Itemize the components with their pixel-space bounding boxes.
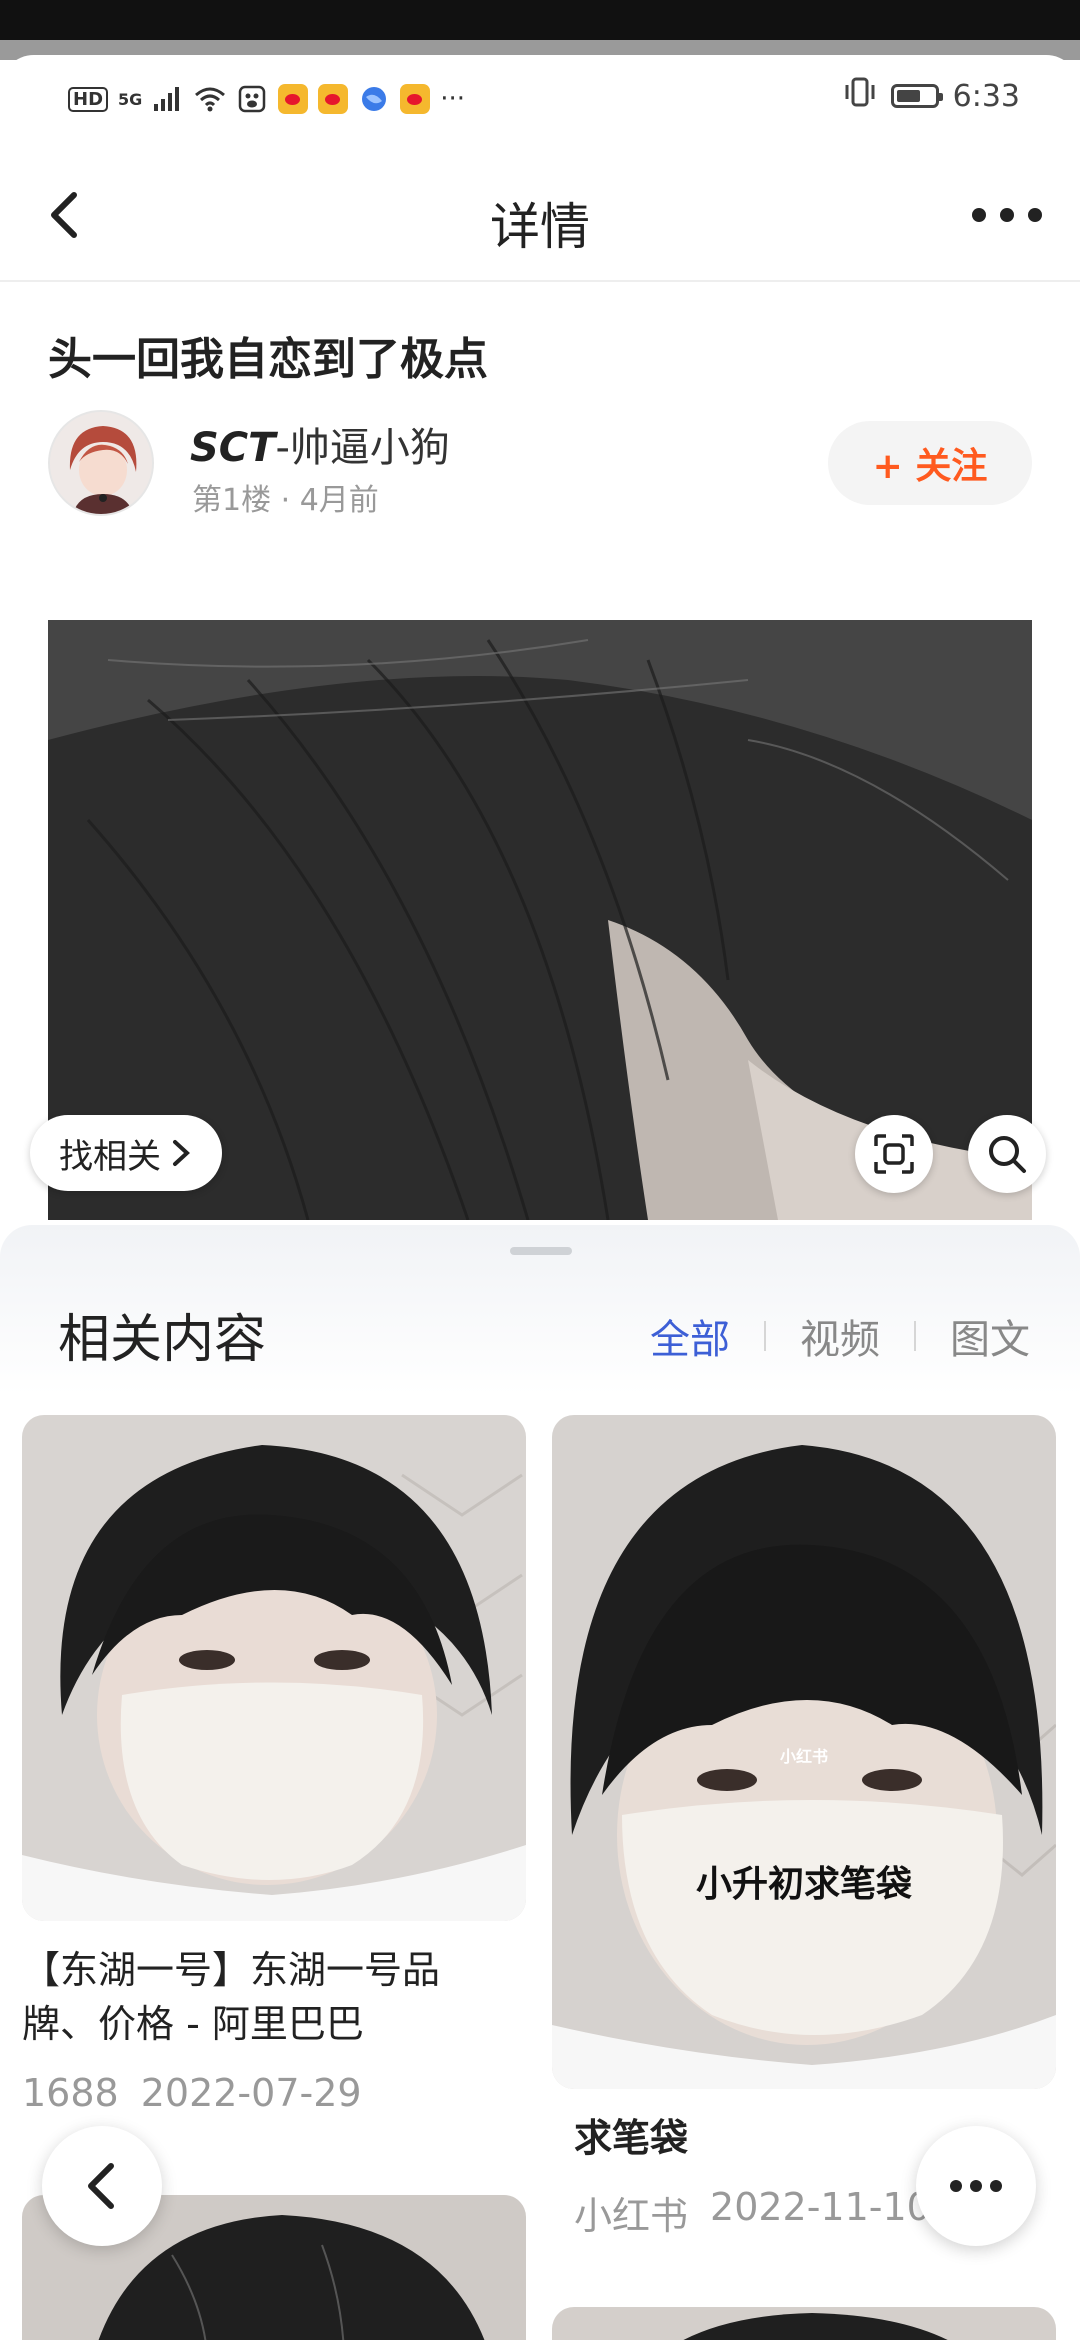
signal-icon bbox=[152, 83, 184, 115]
vibrate-icon bbox=[843, 77, 877, 115]
related-card[interactable]: 小红书 小升初求笔袋 求笔袋 小红书 2022-11-10 bbox=[552, 1415, 1064, 2240]
post-title: 头一回我自恋到了极点 bbox=[48, 334, 488, 385]
status-bar: HD 5G ··· 6:33 bbox=[0, 55, 1080, 145]
more-dot bbox=[990, 2180, 1002, 2192]
network-type: 5G bbox=[118, 89, 143, 109]
more-dot bbox=[950, 2180, 962, 2192]
app-icon bbox=[236, 83, 268, 115]
find-related-label: 找相关 bbox=[59, 1136, 161, 1177]
avatar[interactable] bbox=[48, 410, 154, 516]
browser-icon bbox=[358, 83, 390, 115]
more-notifications: ··· bbox=[440, 84, 466, 114]
scan-icon[interactable] bbox=[855, 1115, 933, 1193]
tab-all[interactable]: 全部 bbox=[650, 1307, 730, 1365]
author-name-suffix: -帅逼小狗 bbox=[275, 425, 450, 471]
tab-divider bbox=[764, 1321, 766, 1351]
related-card[interactable]: 【东湖一号】东湖一号品牌、价格 - 阿里巴巴 1688 2022-07-29 bbox=[22, 1415, 526, 2115]
card-source: 小红书 bbox=[574, 2194, 689, 2238]
drag-handle[interactable] bbox=[510, 1247, 572, 1255]
related-title: 相关内容 bbox=[58, 1310, 267, 1370]
tab-video[interactable]: 视频 bbox=[800, 1307, 880, 1365]
card-image bbox=[22, 1415, 526, 1921]
nav-bar: 详情 bbox=[0, 155, 1080, 282]
card-date: 2022-07-29 bbox=[140, 2071, 362, 2115]
related-tabs: 全部 视频 图文 bbox=[650, 1307, 1030, 1365]
weibo-icon bbox=[318, 84, 349, 114]
app-screen: HD 5G ··· 6:33 详情 头一回我自恋到了极点 SCT-帅逼小狗 第1… bbox=[0, 55, 1080, 2340]
author-name-prefix: SCT bbox=[190, 425, 276, 471]
top-edge bbox=[0, 0, 1080, 60]
card-date: 2022-11-10 bbox=[710, 2185, 931, 2229]
weibo-icon bbox=[278, 84, 309, 114]
wifi-icon bbox=[194, 83, 226, 115]
more-dot bbox=[970, 2180, 982, 2192]
card-source: 1688 bbox=[22, 2071, 119, 2115]
author-name[interactable]: SCT-帅逼小狗 bbox=[190, 415, 450, 473]
image-caption: 小升初求笔袋 bbox=[695, 1864, 912, 1905]
floating-back-button[interactable] bbox=[42, 2126, 162, 2246]
card-meta: 1688 2022-07-29 bbox=[22, 2071, 526, 2115]
find-related-button[interactable]: 找相关 bbox=[30, 1115, 222, 1191]
hd-badge: HD bbox=[68, 86, 109, 112]
post-meta: 第1楼 · 4月前 bbox=[192, 483, 379, 518]
chevron-left-icon bbox=[88, 2163, 114, 2209]
search-icon[interactable] bbox=[968, 1115, 1046, 1193]
related-card[interactable] bbox=[552, 2307, 1056, 2340]
follow-button[interactable]: + 关注 bbox=[828, 421, 1032, 505]
page-title: 详情 bbox=[490, 198, 590, 256]
image-watermark: 小红书 bbox=[779, 1747, 828, 1766]
chevron-right-icon bbox=[173, 1140, 190, 1166]
more-dots-icon[interactable] bbox=[972, 185, 1042, 245]
tab-divider bbox=[914, 1321, 916, 1351]
card-title: 【东湖一号】东湖一号品牌、价格 - 阿里巴巴 bbox=[22, 1948, 441, 2046]
floating-more-button[interactable] bbox=[916, 2126, 1036, 2246]
card-image: 小红书 小升初求笔袋 bbox=[552, 1415, 1056, 2089]
tab-image-text[interactable]: 图文 bbox=[950, 1307, 1030, 1365]
weibo-icon bbox=[400, 84, 431, 114]
battery-icon bbox=[890, 84, 943, 108]
clock: 6:33 bbox=[952, 78, 1020, 114]
